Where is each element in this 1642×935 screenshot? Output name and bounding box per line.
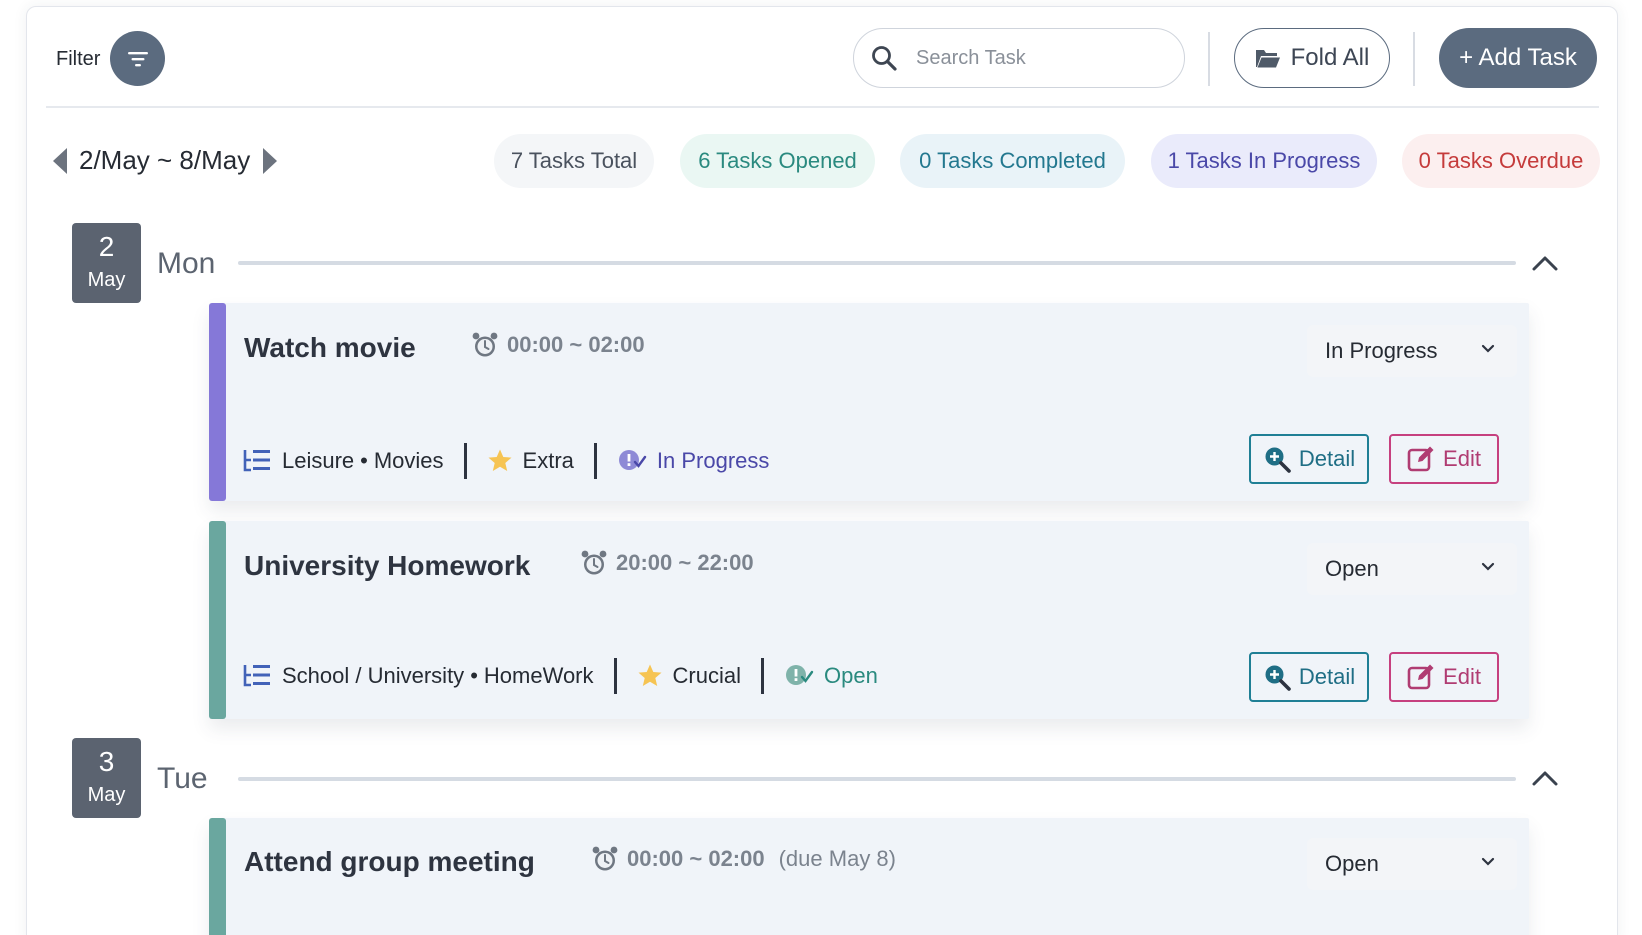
detail-label: Detail xyxy=(1299,664,1355,690)
alarm-clock-icon xyxy=(591,845,619,873)
category-tree-icon xyxy=(242,663,272,689)
task-time: 20:00 ~ 22:00 xyxy=(580,549,754,577)
edit-icon xyxy=(1407,445,1435,473)
toolbar-divider xyxy=(1208,32,1210,86)
alarm-clock-icon xyxy=(580,549,608,577)
task-subcategory: Movies xyxy=(374,448,444,474)
task-time-text: 00:00 ~ 02:00 xyxy=(507,332,645,358)
fold-all-button[interactable]: Fold All xyxy=(1234,28,1390,88)
next-week-icon[interactable] xyxy=(262,147,278,175)
task-card[interactable]: Attend group meeting 00:00 ~ 02:00 (due … xyxy=(209,818,1529,935)
task-status: Open xyxy=(824,663,878,689)
toolbar-divider xyxy=(1413,32,1415,86)
status-bar xyxy=(209,303,226,501)
stat-total[interactable]: 7 Tasks Total xyxy=(494,134,654,188)
task-meta: School / University • HomeWork Crucial O… xyxy=(242,656,878,696)
category-tree-icon xyxy=(242,448,272,474)
previous-week-icon[interactable] xyxy=(52,147,68,175)
date-badge: 3 May xyxy=(72,738,141,818)
bullet-separator: • xyxy=(470,663,478,689)
stat-overdue[interactable]: 0 Tasks Overdue xyxy=(1402,134,1600,188)
meta-divider xyxy=(594,443,597,479)
status-check-icon xyxy=(784,663,814,689)
star-icon xyxy=(637,663,663,689)
detail-button[interactable]: Detail xyxy=(1249,652,1369,702)
task-time: 00:00 ~ 02:00 xyxy=(471,331,645,359)
zoom-in-icon xyxy=(1263,445,1291,473)
filter-button[interactable] xyxy=(110,31,165,86)
task-priority: Crucial xyxy=(673,663,741,689)
stat-completed[interactable]: 0 Tasks Completed xyxy=(900,134,1125,188)
edit-button[interactable]: Edit xyxy=(1389,652,1499,702)
search-icon xyxy=(870,44,898,72)
task-title: University Homework xyxy=(244,550,530,582)
detail-button[interactable]: Detail xyxy=(1249,434,1369,484)
date-month: May xyxy=(72,784,141,807)
task-time-text: 00:00 ~ 02:00 xyxy=(627,846,765,872)
meta-divider xyxy=(464,443,467,479)
bullet-separator: • xyxy=(360,448,368,474)
weekday-label: Mon xyxy=(157,247,215,281)
task-status: In Progress xyxy=(657,448,770,474)
fold-all-label: Fold All xyxy=(1291,44,1370,72)
stat-opened[interactable]: 6 Tasks Opened xyxy=(680,134,875,188)
chevron-down-icon xyxy=(1481,857,1495,867)
search-box[interactable] xyxy=(853,28,1185,88)
task-category: Leisure xyxy=(282,448,354,474)
edit-icon xyxy=(1407,663,1435,691)
task-due-date: (due May 8) xyxy=(779,846,896,872)
status-select[interactable]: Open xyxy=(1307,543,1517,595)
stat-in-progress[interactable]: 1 Tasks In Progress xyxy=(1151,134,1377,188)
chevron-down-icon xyxy=(1481,562,1495,572)
date-badge: 2 May xyxy=(72,223,141,303)
star-icon xyxy=(487,448,513,474)
status-bar xyxy=(209,521,226,719)
status-select[interactable]: In Progress xyxy=(1307,325,1517,377)
weekday-label: Tue xyxy=(157,762,208,796)
task-time-text: 20:00 ~ 22:00 xyxy=(616,550,754,576)
meta-divider xyxy=(614,658,617,694)
status-check-icon xyxy=(617,448,647,474)
meta-divider xyxy=(761,658,764,694)
detail-label: Detail xyxy=(1299,446,1355,472)
day-divider xyxy=(238,777,1516,781)
date-day: 3 xyxy=(72,748,141,776)
filter-icon xyxy=(125,46,151,72)
toolbar-divider-horizontal xyxy=(46,106,1599,108)
week-range: 2/May ~ 8/May xyxy=(79,145,250,176)
add-task-button[interactable]: + Add Task xyxy=(1439,28,1597,88)
task-card[interactable]: Watch movie 00:00 ~ 02:00 In Progress Le… xyxy=(209,303,1529,501)
status-bar xyxy=(209,818,226,935)
date-month: May xyxy=(72,269,141,292)
status-select[interactable]: Open xyxy=(1307,838,1517,890)
zoom-in-icon xyxy=(1263,663,1291,691)
date-day: 2 xyxy=(72,233,141,261)
chevron-up-icon[interactable] xyxy=(1531,254,1559,272)
day-divider xyxy=(238,261,1516,265)
edit-label: Edit xyxy=(1443,664,1481,690)
task-card[interactable]: University Homework 20:00 ~ 22:00 Open S… xyxy=(209,521,1529,719)
status-select-value: In Progress xyxy=(1325,338,1438,364)
folder-open-icon xyxy=(1255,47,1281,69)
search-input[interactable] xyxy=(916,47,1166,70)
task-time: 00:00 ~ 02:00 (due May 8) xyxy=(591,845,896,873)
task-priority: Extra xyxy=(523,448,574,474)
task-category: School / University xyxy=(282,663,464,689)
chevron-down-icon xyxy=(1481,344,1495,354)
status-select-value: Open xyxy=(1325,556,1379,582)
edit-label: Edit xyxy=(1443,446,1481,472)
alarm-clock-icon xyxy=(471,331,499,359)
task-subcategory: HomeWork xyxy=(484,663,594,689)
task-title: Watch movie xyxy=(244,332,416,364)
filter-label: Filter xyxy=(56,48,100,71)
task-title: Attend group meeting xyxy=(244,846,535,878)
edit-button[interactable]: Edit xyxy=(1389,434,1499,484)
task-meta: Leisure • Movies Extra In Progress xyxy=(242,441,769,481)
chevron-up-icon[interactable] xyxy=(1531,769,1559,787)
status-select-value: Open xyxy=(1325,851,1379,877)
